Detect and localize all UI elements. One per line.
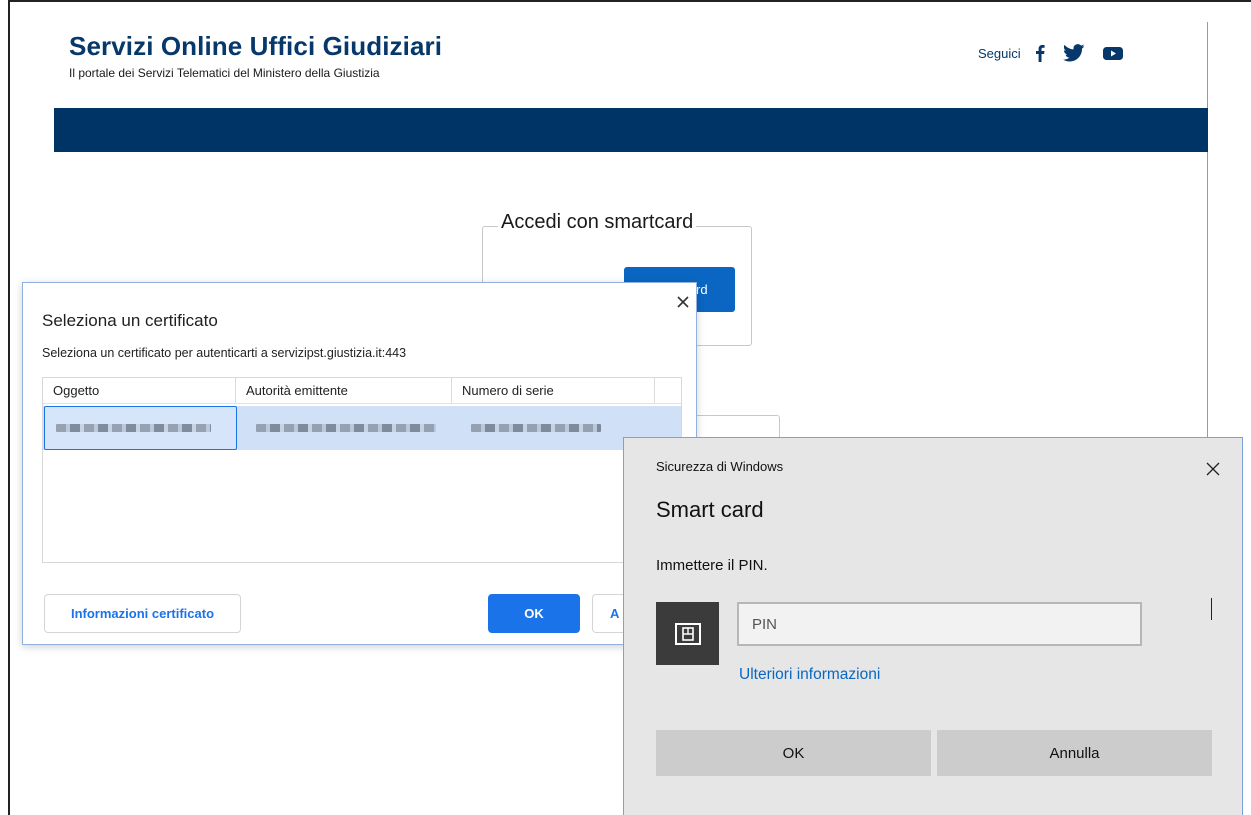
- social-links: Seguici: [978, 40, 1141, 66]
- redacted-issuer: [256, 424, 436, 432]
- close-icon[interactable]: [1202, 458, 1224, 480]
- column-header-serial[interactable]: Numero di serie: [452, 378, 655, 403]
- pin-input[interactable]: [737, 602, 1142, 646]
- screenshot-frame-top: [8, 0, 1251, 2]
- twitter-icon[interactable]: [1062, 44, 1085, 62]
- certificate-dialog: Seleziona un certificato Seleziona un ce…: [22, 282, 697, 645]
- screenshot-frame-left: [8, 0, 10, 815]
- pin-prompt: Immettere il PIN.: [656, 557, 768, 574]
- redacted-subject: [56, 424, 211, 432]
- windows-security-heading: Smart card: [656, 497, 764, 522]
- site-subtitle: Il portale dei Servizi Telematici del Mi…: [69, 66, 380, 80]
- column-header-subject[interactable]: Oggetto: [43, 378, 236, 403]
- facebook-icon[interactable]: [1035, 44, 1045, 62]
- smartcard-login-label: rd: [696, 282, 708, 297]
- column-header-issuer[interactable]: Autorità emittente: [236, 378, 452, 403]
- close-icon[interactable]: [673, 292, 693, 312]
- pin-cancel-button[interactable]: Annulla: [937, 730, 1212, 776]
- certificate-ok-button[interactable]: OK: [488, 594, 580, 633]
- certificate-table: Oggetto Autorità emittente Numero di ser…: [42, 377, 682, 563]
- redacted-serial: [471, 424, 601, 432]
- pin-ok-button[interactable]: OK: [656, 730, 931, 776]
- certificate-table-header: Oggetto Autorità emittente Numero di ser…: [43, 378, 681, 404]
- certificate-info-button[interactable]: Informazioni certificato: [44, 594, 241, 633]
- social-label: Seguici: [978, 45, 1021, 61]
- certificate-dialog-title: Seleziona un certificato: [42, 311, 218, 330]
- smart-card-icon: [656, 602, 719, 665]
- certificate-dialog-description: Seleziona un certificato per autenticart…: [42, 346, 407, 360]
- windows-security-dialog: Sicurezza di Windows Smart card Immetter…: [623, 437, 1243, 815]
- main-navbar: [54, 108, 1208, 152]
- windows-security-caption: Sicurezza di Windows: [656, 459, 784, 474]
- more-info-link[interactable]: Ulteriori informazioni: [739, 666, 880, 684]
- text-cursor: [1211, 598, 1212, 620]
- site-title[interactable]: Servizi Online Uffici Giudiziari: [69, 31, 442, 62]
- smartcard-legend: Accedi con smartcard: [498, 211, 697, 234]
- youtube-icon[interactable]: [1102, 46, 1123, 61]
